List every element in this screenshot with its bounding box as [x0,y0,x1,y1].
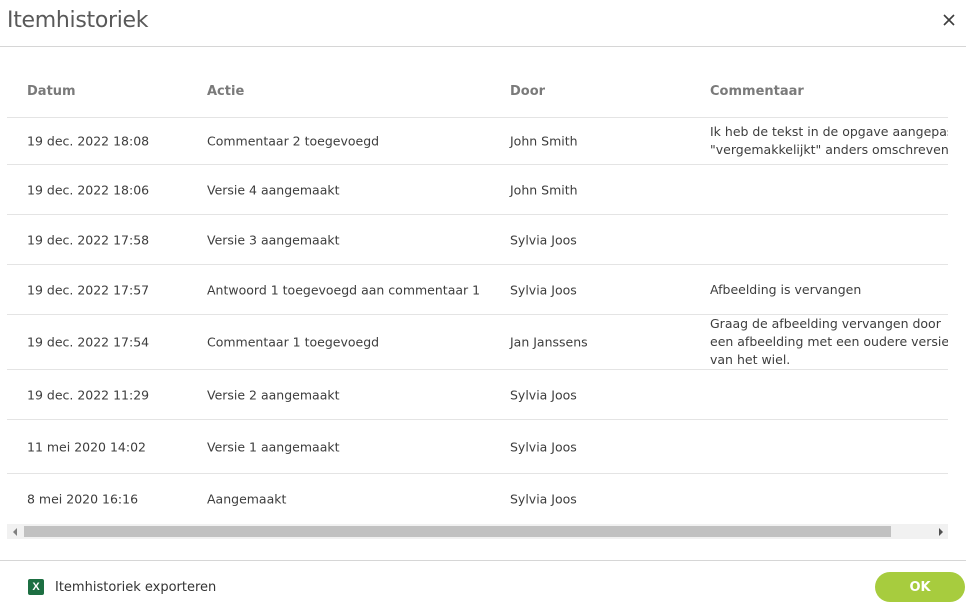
cell-date: 19 dec. 2022 17:57 [27,282,150,297]
cell-date: 8 mei 2020 16:16 [27,491,139,507]
table-row: 8 mei 2020 16:16 Aangemaakt Sylvia Joos [7,474,948,523]
cell-date: 19 dec. 2022 17:54 [27,334,150,350]
cell-action: Commentaar 1 toegevoegd [207,334,380,350]
table-row: 19 dec. 2022 17:54 Commentaar 1 toegevoe… [7,315,948,370]
excel-icon: X [28,579,44,595]
history-table: Datum Actie Door Commentaar 19 dec. 2022… [7,64,948,523]
chevron-right-icon [938,527,943,536]
close-button[interactable] [938,9,960,31]
cell-date: 19 dec. 2022 17:58 [27,232,150,247]
scrollbar-thumb[interactable] [24,526,891,537]
cell-action: Versie 4 aangemaakt [207,182,340,197]
cell-action: Versie 1 aangemaakt [207,439,340,454]
cell-comment: Graag de afbeelding vervangen door een a… [710,316,948,367]
chevron-left-icon [12,527,17,536]
column-header-comment[interactable]: Commentaar [710,84,804,99]
ok-button[interactable]: OK [875,572,965,602]
scroll-right-button[interactable] [933,524,948,539]
cell-by: Sylvia Joos [510,387,577,402]
cell-action: Aangemaakt [207,491,287,507]
table-header-row: Datum Actie Door Commentaar [7,64,948,118]
cell-by: Jan Janssens [510,334,588,350]
cell-comment: Afbeelding is vervangen [710,281,862,297]
cell-by: Sylvia Joos [510,232,577,247]
cell-date: 19 dec. 2022 18:06 [27,182,150,197]
cell-action: Versie 2 aangemaakt [207,387,340,402]
close-icon [943,14,955,26]
cell-date: 11 mei 2020 14:02 [27,439,147,454]
cell-action: Versie 3 aangemaakt [207,232,340,247]
cell-date: 19 dec. 2022 11:29 [27,387,150,402]
table-row: 11 mei 2020 14:02 Versie 1 aangemaakt Sy… [7,420,948,474]
cell-by: Sylvia Joos [510,491,577,507]
table-row: 19 dec. 2022 18:06 Versie 4 aangemaakt J… [7,165,948,215]
horizontal-scrollbar[interactable] [7,524,948,539]
column-header-date[interactable]: Datum [27,84,76,99]
table-row: 19 dec. 2022 11:29 Versie 2 aangemaakt S… [7,370,948,420]
cell-by: John Smith [510,182,578,197]
cell-by: Sylvia Joos [510,439,577,454]
cell-date: 19 dec. 2022 18:08 [27,133,150,149]
cell-action: Antwoord 1 toegevoegd aan commentaar 1 [207,282,481,297]
column-header-by[interactable]: Door [510,84,545,99]
cell-by: Sylvia Joos [510,282,577,297]
scroll-left-button[interactable] [7,524,22,539]
cell-comment: Ik heb de tekst in de opgave aangepast: … [710,124,948,157]
dialog-footer: X Itemhistoriek exporteren OK [0,560,966,605]
table-row: 19 dec. 2022 17:58 Versie 3 aangemaakt S… [7,215,948,265]
export-history-label: Itemhistoriek exporteren [55,579,217,595]
table-row: 19 dec. 2022 17:57 Antwoord 1 toegevoegd… [7,265,948,315]
dialog-title: Itemhistoriek [7,8,149,33]
column-header-action[interactable]: Actie [207,84,244,99]
table-row: 19 dec. 2022 18:08 Commentaar 2 toegevoe… [7,118,948,165]
cell-by: John Smith [510,133,578,149]
dialog-header: Itemhistoriek [0,0,966,47]
cell-action: Commentaar 2 toegevoegd [207,133,380,149]
export-history-button[interactable]: X Itemhistoriek exporteren [28,579,216,595]
